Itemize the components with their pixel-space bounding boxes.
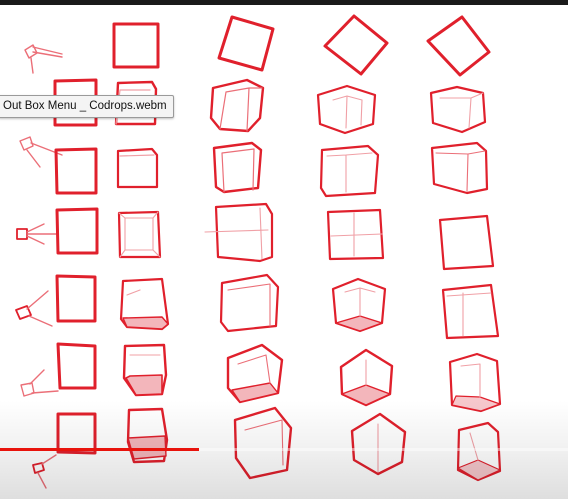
viewer-icon xyxy=(32,454,57,489)
square-diamond xyxy=(323,14,389,76)
video-player[interactable]: Out Box Menu _ Codrops.webm xyxy=(0,0,568,499)
sketch-canvas xyxy=(15,14,502,489)
cube-sketch xyxy=(204,202,274,263)
cube-sketch xyxy=(429,85,487,134)
cube-sketch xyxy=(448,352,502,413)
viewer-icon xyxy=(15,290,53,327)
square-front xyxy=(55,207,99,255)
cube-sketch xyxy=(316,84,377,135)
cube-sketch xyxy=(438,214,495,271)
cube-sketch xyxy=(456,421,502,482)
square-front xyxy=(55,274,97,323)
viewer-icon xyxy=(20,369,59,397)
cube-sketch xyxy=(219,273,280,333)
viewer-icon xyxy=(16,223,57,245)
square-tilted xyxy=(217,15,275,72)
cube-sketch xyxy=(339,348,394,407)
square-front xyxy=(112,22,160,69)
cube-sketch xyxy=(233,406,293,480)
cube-sketch xyxy=(350,412,407,476)
cube-sketch xyxy=(209,78,265,133)
cube-sketch xyxy=(119,277,170,331)
filename-tooltip: Out Box Menu _ Codrops.webm xyxy=(0,95,174,118)
cube-sketch xyxy=(226,343,284,404)
square-diamond xyxy=(426,15,491,77)
cube-sketch xyxy=(117,210,162,259)
cube-sketch xyxy=(430,141,489,195)
cube-sketch xyxy=(331,277,387,333)
square-front xyxy=(56,342,97,390)
cube-sketch xyxy=(122,343,168,397)
cube-sketch xyxy=(326,208,385,261)
cube-sketch xyxy=(126,407,169,464)
cube-sketch xyxy=(441,283,500,340)
cube-sketch xyxy=(212,141,263,194)
progress-fill xyxy=(0,448,199,451)
viewer-icon xyxy=(24,44,63,74)
cube-sketch xyxy=(116,147,159,189)
video-frame[interactable] xyxy=(0,5,568,499)
progress-bar[interactable] xyxy=(0,448,568,451)
cube-sketch xyxy=(319,144,380,198)
